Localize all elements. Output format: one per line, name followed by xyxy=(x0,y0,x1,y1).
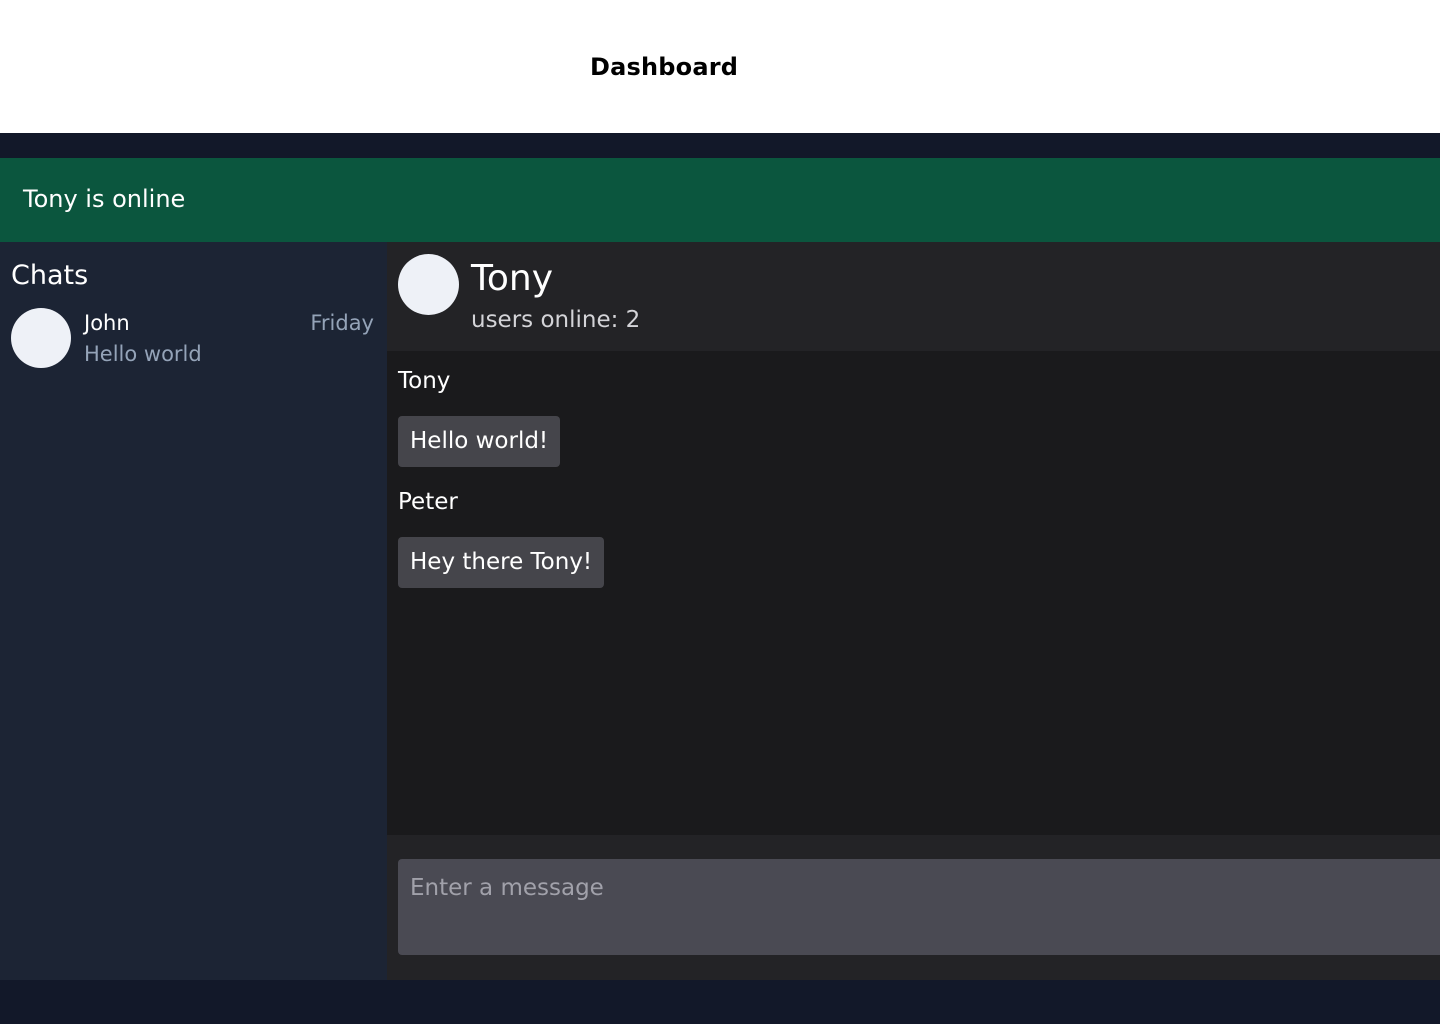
message-bubble: Hello world! xyxy=(398,416,561,467)
top-header: Dashboard xyxy=(0,0,1440,133)
online-status-banner xyxy=(0,158,1440,242)
online-status-text: Tony is online xyxy=(23,185,186,213)
chat-name: John xyxy=(84,311,130,335)
message-sender: Peter xyxy=(398,489,458,515)
conversation-name: Tony xyxy=(471,258,554,299)
message-bubble: Hey there Tony! xyxy=(398,537,605,588)
page-title: Dashboard xyxy=(590,53,739,81)
message-sender: Tony xyxy=(398,368,451,394)
top-divider-strip xyxy=(0,133,1440,158)
conversation-avatar xyxy=(398,254,459,315)
chat-preview: Hello world xyxy=(84,342,202,366)
sidebar-title: Chats xyxy=(11,260,89,291)
chat-time: Friday xyxy=(310,311,374,335)
bottom-strip xyxy=(0,980,1440,1024)
chat-avatar xyxy=(11,308,71,368)
users-online-count: users online: 2 xyxy=(471,307,641,333)
message-input[interactable] xyxy=(398,859,1440,955)
